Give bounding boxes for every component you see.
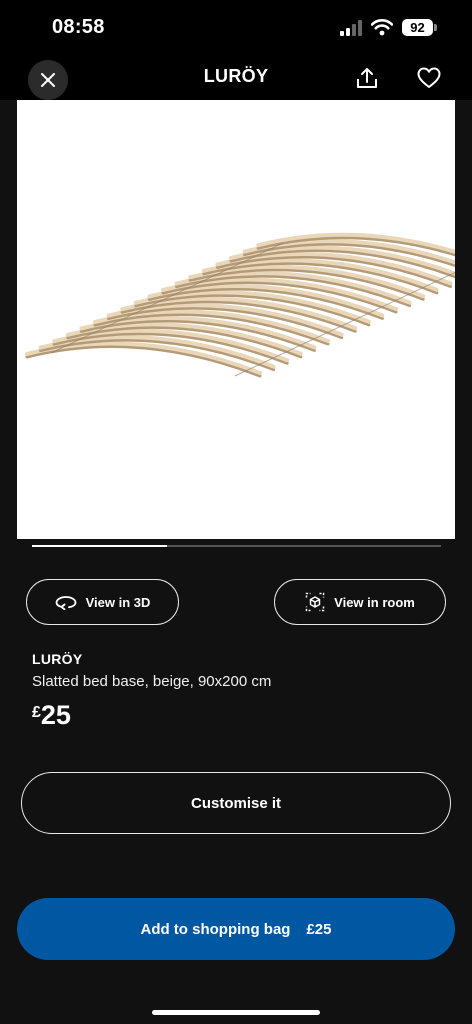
- view-in-room-label: View in room: [334, 594, 415, 610]
- slatted-bed-base-image: [25, 232, 472, 378]
- rotate-3d-icon: [55, 596, 76, 610]
- ar-cube-icon: [305, 592, 325, 612]
- view-in-3d-button[interactable]: View in 3D: [26, 579, 179, 625]
- add-to-bag-button[interactable]: Add to shopping bag £25: [17, 898, 455, 960]
- view-in-room-button[interactable]: View in room: [274, 579, 446, 625]
- gallery-progress-track: [32, 545, 441, 547]
- share-button[interactable]: [352, 62, 382, 94]
- add-to-bag-label: Add to shopping bag: [140, 920, 291, 938]
- add-to-bag-price: £25: [306, 920, 332, 938]
- battery-level: 92: [410, 20, 425, 35]
- product-description: Slatted bed base, beige, 90x200 cm: [32, 673, 272, 690]
- battery-cap: [434, 24, 437, 31]
- top-navigation: LURÖY: [0, 56, 472, 100]
- product-image[interactable]: [17, 100, 472, 539]
- heart-icon: [417, 67, 441, 88]
- home-indicator: [152, 1010, 320, 1015]
- price-amount: 25: [40, 700, 71, 730]
- share-icon: [357, 68, 377, 88]
- page-title: LURÖY: [203, 66, 269, 86]
- view-in-3d-label: View in 3D: [85, 594, 151, 610]
- cellular-signal-icon: [340, 20, 362, 36]
- status-time: 08:58: [52, 16, 105, 38]
- product-name: LURÖY: [32, 651, 83, 667]
- gallery-progress-indicator: [32, 545, 167, 547]
- favourite-button[interactable]: [414, 62, 444, 94]
- customise-label: Customise it: [190, 794, 281, 812]
- status-bar: 08:58 92: [0, 0, 472, 56]
- customise-button[interactable]: Customise it: [21, 772, 451, 834]
- product-price: £25: [32, 700, 71, 731]
- price-currency: £: [32, 704, 41, 721]
- wifi-icon: [371, 19, 393, 36]
- battery-icon: 92: [402, 19, 433, 36]
